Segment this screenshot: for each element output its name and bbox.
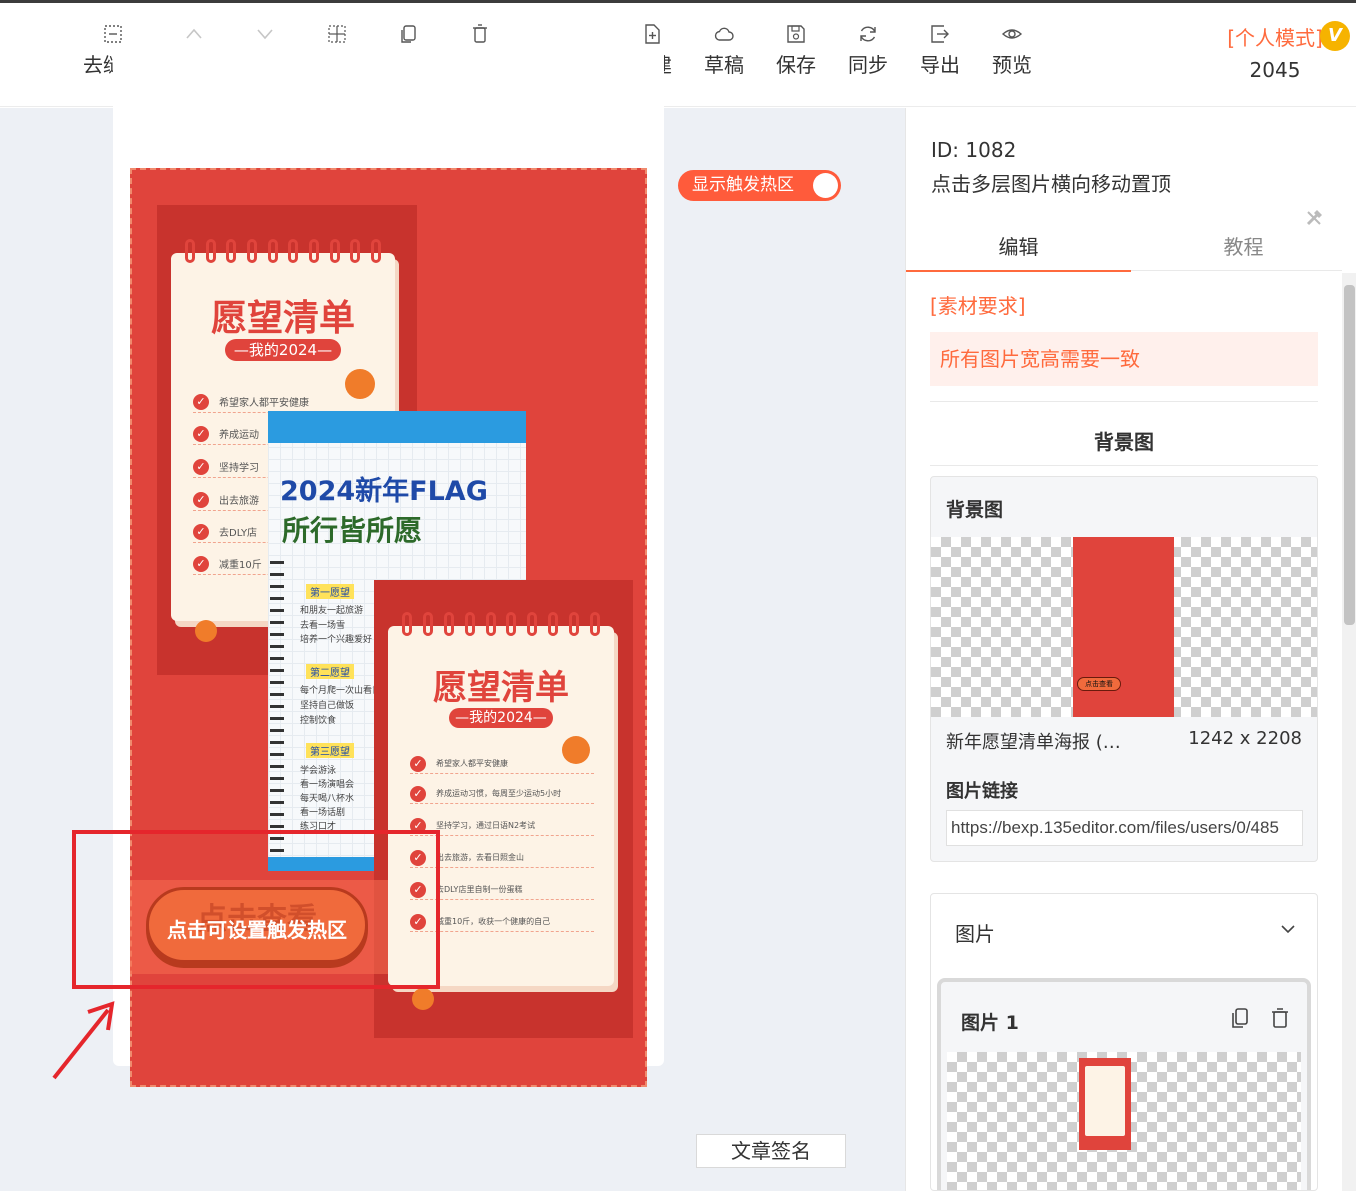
note-rings <box>185 239 381 269</box>
draft-label: 草稿 <box>704 53 744 77</box>
flag-line: 培养一个兴趣爱好 <box>300 635 373 645</box>
background-thumbnail-image: 点击查看 <box>1073 537 1174 717</box>
highlight-box <box>72 830 440 989</box>
flag-line: 看一场演唱会 <box>300 780 355 790</box>
note-rings <box>402 612 600 642</box>
template-id: ID: 1082 <box>931 138 1017 162</box>
eye-icon <box>1001 23 1023 45</box>
flag-line: 去看一场雪 <box>300 621 346 631</box>
note-title-front: 愿望清单 <box>433 668 569 708</box>
settings-panel: ID: 1082 点击多层图片横向移动置顶 编辑 教程 [素材要求] 所有图片宽… <box>905 108 1356 1191</box>
template-description: 点击多层图片横向移动置顶 <box>931 172 1171 196</box>
mode-label: [个人模式] <box>1227 26 1323 50</box>
chevron-up-icon <box>183 23 205 45</box>
show-hotzone-toggle[interactable]: 显示触发热区 <box>678 170 841 201</box>
sync-button[interactable]: 同步 <box>832 23 904 77</box>
flag-subtitle: 所行皆所愿 <box>282 514 423 547</box>
note-item: ✓ 希望家人都平安健康 <box>410 754 594 774</box>
sync-icon <box>857 23 879 45</box>
orange-decoration <box>195 620 217 642</box>
cloud-icon <box>713 23 735 45</box>
note-subtitle-front: —我的2024— <box>449 708 553 728</box>
export-label: 导出 <box>920 53 960 77</box>
preview-button[interactable]: 预览 <box>976 23 1048 77</box>
divider <box>930 465 1318 466</box>
flag-line: 控制饮食 <box>300 716 337 726</box>
orange-decoration <box>412 988 434 1010</box>
flag-title: 2024新年FLAG <box>280 476 488 507</box>
background-thumbnail[interactable]: 点击查看 <box>931 537 1317 717</box>
image-link-label: 图片链接 <box>946 781 1018 802</box>
flag-line: 学会游泳 <box>300 766 337 776</box>
divider <box>930 401 1318 402</box>
flag-line: 和朋友一起旅游 <box>300 606 364 616</box>
draft-button[interactable]: 草稿 <box>688 23 760 77</box>
background-card-title: 背景图 <box>946 499 1004 521</box>
trash-icon[interactable] <box>1269 1006 1291 1030</box>
flag-line: 每天喝八杯水 <box>300 794 355 804</box>
background-file-name: 新年愿望清单海报 (… <box>946 732 1121 753</box>
toggle-knob <box>813 173 838 198</box>
spacing-icon <box>326 23 348 45</box>
export-button[interactable]: 导出 <box>904 23 976 77</box>
background-section-title: 背景图 <box>1094 430 1154 454</box>
export-icon <box>929 23 951 45</box>
annotation-arrow-icon <box>52 1001 115 1080</box>
material-requirement-label: [素材要求] <box>930 294 1026 318</box>
mode-number: 2045 <box>1249 58 1301 82</box>
panel-tabs: 编辑 教程 <box>906 225 1342 272</box>
image-item-thumbnail-image <box>1079 1058 1131 1150</box>
save-icon <box>785 23 807 45</box>
chevron-down-icon <box>254 23 276 45</box>
flag-line: 看一场话剧 <box>300 808 346 818</box>
material-requirement-text: 所有图片宽高需要一致 <box>930 332 1318 386</box>
copy-icon[interactable] <box>1229 1006 1251 1030</box>
note-item: ✓ 养成运动习惯，每周至少运动5小时 <box>410 784 594 804</box>
sync-label: 同步 <box>848 53 888 77</box>
image-item-thumbnail[interactable] <box>947 1052 1301 1190</box>
chevron-down-icon[interactable] <box>1279 920 1297 938</box>
flag-spiral <box>270 561 284 861</box>
note-title-back: 愿望清单 <box>210 298 355 339</box>
background-image-card: 背景图 点击查看 新年愿望清单海报 (… 1242 x 2208 图片链接 ht… <box>930 476 1318 862</box>
personal-mode-switch[interactable]: [个人模式] 2045 <box>1216 25 1334 83</box>
save-label: 保存 <box>776 53 816 77</box>
flag-section-title: 第一愿望 <box>306 584 354 599</box>
images-card: 图片 图片 1 <box>930 893 1318 1191</box>
scrollbar-thumb[interactable] <box>1344 285 1355 625</box>
flag-line: 坚持自己做饭 <box>300 701 355 711</box>
panel-scrollbar[interactable] <box>1342 273 1356 1191</box>
flag-section-title: 第二愿望 <box>306 664 354 679</box>
vip-badge-icon: V <box>1320 21 1350 51</box>
gap-remove-icon <box>102 23 124 45</box>
flag-section-title: 第三愿望 <box>306 743 354 758</box>
image-item-title: 图片 1 <box>961 1012 1019 1034</box>
save-button[interactable]: 保存 <box>760 23 832 77</box>
show-hotzone-label: 显示触发热区 <box>692 175 794 195</box>
tab-tutorial[interactable]: 教程 <box>1131 225 1356 271</box>
trash-icon <box>469 23 491 45</box>
article-signature-button[interactable]: 文章签名 <box>696 1134 846 1168</box>
preview-label: 预览 <box>992 53 1032 77</box>
app-root: 去缝隙 上移 下移 间距 复制 <box>0 0 1356 1191</box>
thumbnail-cta: 点击查看 <box>1077 677 1121 691</box>
copy-icon <box>397 23 419 45</box>
new-file-icon <box>641 23 663 45</box>
background-file-size: 1242 x 2208 <box>1188 728 1302 749</box>
flag-line: 每个月爬一次山看日 <box>300 686 382 696</box>
image-item: 图片 1 <box>937 978 1311 1190</box>
images-card-title: 图片 <box>955 922 995 946</box>
note-item: ✓ 希望家人都平安健康 <box>193 391 375 413</box>
note-subtitle-back: —我的2024— <box>225 339 341 361</box>
flag-top-band <box>268 411 526 443</box>
tab-edit[interactable]: 编辑 <box>906 225 1131 272</box>
image-link-input[interactable]: https://bexp.135editor.com/files/users/0… <box>946 810 1303 846</box>
